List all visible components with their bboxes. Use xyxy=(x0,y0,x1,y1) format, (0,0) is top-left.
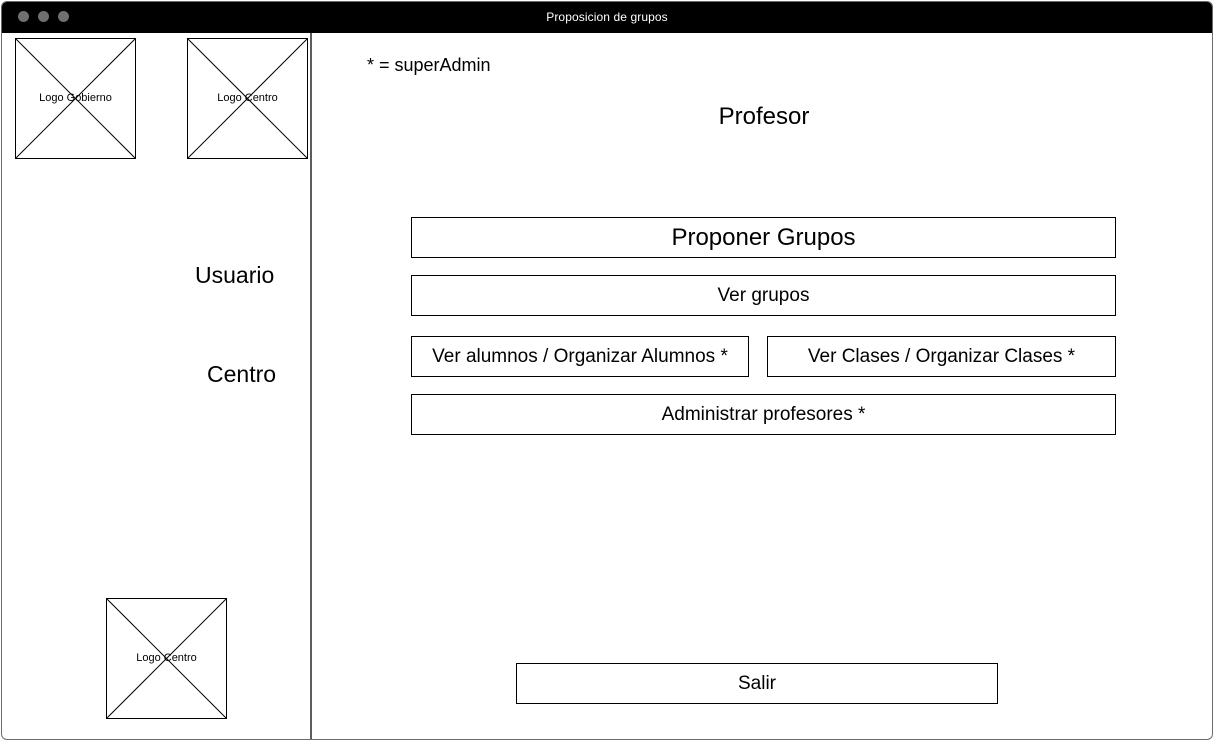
logo-label: Logo Centro xyxy=(217,92,278,104)
user-label: Usuario xyxy=(195,262,275,288)
propose-groups-button[interactable]: Proponer Grupos xyxy=(411,217,1116,258)
view-groups-button[interactable]: Ver grupos xyxy=(411,275,1116,316)
logo-label: Logo Gobierno xyxy=(39,92,112,104)
center-label: Centro xyxy=(207,361,277,387)
sidebar: Logo Gobierno Logo Centro Usuario Centro… xyxy=(2,33,312,739)
window-titlebar: Proposicion de grupos xyxy=(2,2,1212,33)
window-title: Proposicion de grupos xyxy=(546,10,668,24)
center-logo-placeholder-top: Logo Centro xyxy=(187,38,308,159)
manage-students-button[interactable]: Ver alumnos / Organizar Alumnos * xyxy=(411,336,749,377)
logo-label: Logo Centro xyxy=(136,652,197,664)
page-title: Profesor xyxy=(718,103,810,130)
center-logo-placeholder-bottom: Logo Centro xyxy=(106,598,227,719)
app-window: Proposicion de grupos Logo Gobierno Logo… xyxy=(1,1,1213,740)
manage-teachers-button[interactable]: Administrar profesores * xyxy=(411,394,1116,435)
superadmin-legend: * = superAdmin xyxy=(367,55,491,75)
exit-button[interactable]: Salir xyxy=(516,663,998,704)
government-logo-placeholder: Logo Gobierno xyxy=(15,38,136,159)
manage-classes-button[interactable]: Ver Clases / Organizar Clases * xyxy=(767,336,1116,377)
